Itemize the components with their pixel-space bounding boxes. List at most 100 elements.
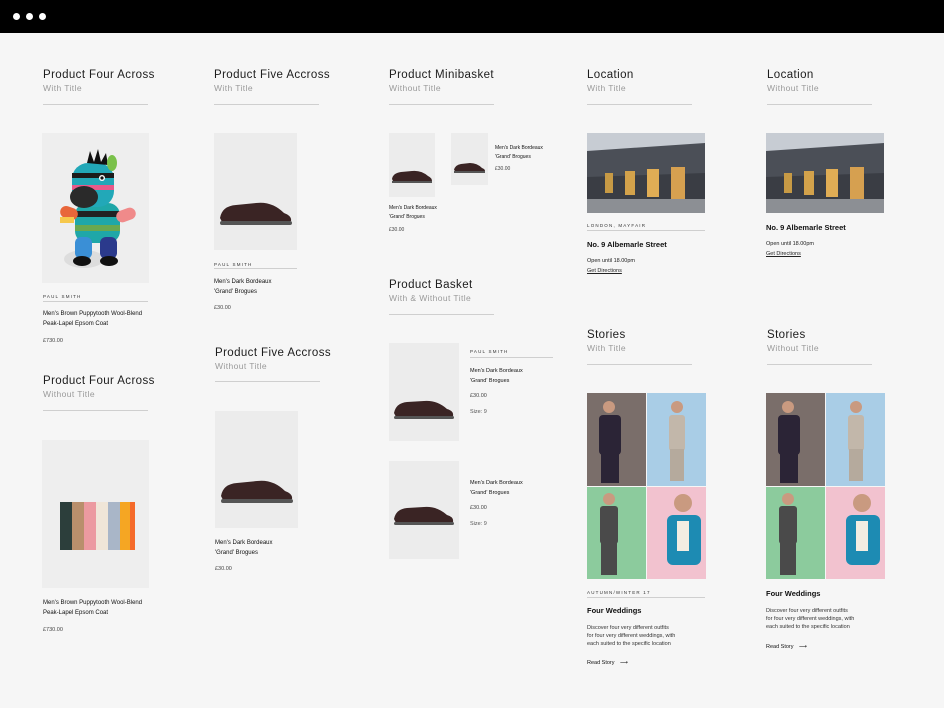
brogue-shoe-icon: [389, 461, 459, 559]
section-divider: [214, 104, 319, 105]
section-title: Product Four Across: [43, 69, 155, 81]
basket-item-price: £30.00: [470, 393, 487, 399]
story-description-line: for four very different weddings, with: [587, 633, 676, 639]
get-directions-link[interactable]: Get Directions: [766, 251, 801, 257]
product-name-line: Men's Brown Puppytooth Wool-Blend: [43, 311, 143, 317]
story-collage-icon: [766, 393, 885, 579]
read-story-link[interactable]: Read Story ⟶: [587, 660, 628, 666]
store-image[interactable]: [766, 133, 884, 213]
section-subtitle: With Title: [214, 83, 253, 93]
basket-item-name[interactable]: Men's Dark Bordeaux 'Grand' Brogues: [470, 366, 560, 386]
product-image-shoe[interactable]: [215, 411, 298, 528]
product-name-line: 'Grand' Brogues: [470, 490, 510, 496]
window-dot-icon: [13, 13, 20, 20]
storefront-icon: [766, 133, 884, 213]
story-description-line: each suited to the specific location: [587, 641, 671, 647]
section-divider: [43, 104, 148, 105]
minibasket-image-shoe[interactable]: [389, 133, 435, 197]
brogue-shoe-icon: [451, 133, 488, 185]
product-name-line: 'Grand' Brogues: [215, 550, 258, 556]
product-price: £730.00: [43, 338, 63, 344]
storefront-icon: [587, 133, 705, 213]
product-name-line: Men's Dark Bordeaux: [495, 145, 543, 151]
section-divider: [767, 104, 872, 105]
location-name: No. 9 Albemarle Street: [587, 240, 667, 249]
story-title[interactable]: Four Weddings: [587, 606, 641, 615]
minibasket-item-name[interactable]: Men's Dark Bordeaux 'Grand' Brogues: [389, 204, 459, 222]
section-divider: [767, 364, 872, 365]
product-image-zebra[interactable]: [42, 133, 149, 283]
section-divider: [587, 104, 692, 105]
product-name-line: Peak-Lapel Epsom Coat: [43, 321, 109, 327]
product-image-wallet[interactable]: [42, 440, 149, 588]
brogue-shoe-icon: [215, 411, 298, 528]
wallet-icon: [42, 440, 149, 588]
product-divider: [214, 268, 297, 269]
story-description-line: for four very different weddings, with: [766, 616, 855, 622]
arrow-right-icon: ⟶: [620, 660, 628, 666]
product-name[interactable]: Men's Brown Puppytooth Wool-Blend Peak-L…: [43, 598, 158, 618]
location-name: No. 9 Albemarle Street: [766, 223, 846, 232]
minibasket-image-shoe[interactable]: [451, 133, 488, 185]
section-title: Location: [587, 69, 634, 81]
product-name-line: Men's Dark Bordeaux: [389, 205, 437, 211]
get-directions-link[interactable]: Get Directions: [587, 268, 622, 274]
section-subtitle: Without Title: [767, 343, 819, 353]
story-image[interactable]: [587, 393, 706, 579]
section-title: Product Five Accross: [215, 347, 332, 359]
product-divider: [43, 301, 148, 302]
product-name-line: 'Grand' Brogues: [470, 378, 510, 384]
story-description: Discover four very different outfits for…: [766, 607, 886, 631]
read-story-link[interactable]: Read Story ⟶: [766, 644, 807, 650]
section-subtitle: Without Title: [389, 83, 441, 93]
minibasket-item-price: £30.00: [495, 166, 511, 172]
story-tag: AUTUMN/WINTER 17: [587, 590, 651, 595]
story-description-line: each suited to the specific location: [766, 624, 850, 630]
basket-image-shoe[interactable]: [389, 343, 459, 441]
minibasket-item-price: £30.00: [389, 227, 405, 233]
section-title: Product Basket: [389, 279, 473, 291]
window-dot-icon: [39, 13, 46, 20]
store-image[interactable]: [587, 133, 705, 213]
product-name-line: Men's Brown Puppytooth Wool-Blend: [43, 600, 143, 606]
product-name-line: Peak-Lapel Epsom Coat: [43, 610, 109, 616]
product-image-shoe[interactable]: [214, 133, 297, 250]
section-title: Product Minibasket: [389, 69, 494, 81]
basket-item-name[interactable]: Men's Dark Bordeaux 'Grand' Brogues: [470, 478, 560, 498]
story-description-line: Discover four very different outfits: [587, 625, 669, 631]
zebra-toy-icon: [42, 133, 149, 283]
basket-item-size: Size: 9: [470, 521, 487, 527]
basket-image-shoe[interactable]: [389, 461, 459, 559]
location-hours: Open until 18.00pm: [766, 241, 815, 247]
product-price: £730.00: [43, 627, 63, 633]
product-name[interactable]: Men's Dark Bordeaux 'Grand' Brogues: [215, 538, 305, 558]
product-brand: PAUL SMITH: [214, 262, 253, 267]
product-name-line: 'Grand' Brogues: [495, 154, 531, 160]
arrow-right-icon: ⟶: [799, 644, 807, 650]
product-name-line: 'Grand' Brogues: [389, 214, 425, 220]
section-title: Stories: [767, 329, 806, 341]
product-name-line: Men's Dark Bordeaux: [470, 368, 523, 374]
story-title[interactable]: Four Weddings: [766, 589, 820, 598]
story-image[interactable]: [766, 393, 885, 579]
section-subtitle: Without Title: [767, 83, 819, 93]
read-story-label: Read Story: [766, 644, 794, 650]
minibasket-item-name[interactable]: Men's Dark Bordeaux 'Grand' Brogues: [495, 144, 565, 162]
product-name[interactable]: Men's Dark Bordeaux 'Grand' Brogues: [214, 277, 304, 297]
section-divider: [43, 410, 148, 411]
section-divider: [389, 314, 494, 315]
location-divider: [587, 230, 705, 231]
section-divider: [215, 381, 320, 382]
location-hours: Open until 18.00pm: [587, 258, 636, 264]
brogue-shoe-icon: [389, 133, 435, 197]
product-divider: [470, 357, 553, 358]
section-subtitle: Without Title: [43, 389, 95, 399]
brogue-shoe-icon: [389, 343, 459, 441]
story-description-line: Discover four very different outfits: [766, 608, 848, 614]
section-subtitle: With & Without Title: [389, 293, 472, 303]
product-name-line: Men's Dark Bordeaux: [214, 279, 272, 285]
product-brand: PAUL SMITH: [43, 294, 82, 299]
product-name[interactable]: Men's Brown Puppytooth Wool-Blend Peak-L…: [43, 309, 158, 329]
product-price: £30.00: [214, 305, 231, 311]
section-subtitle: With Title: [587, 343, 626, 353]
